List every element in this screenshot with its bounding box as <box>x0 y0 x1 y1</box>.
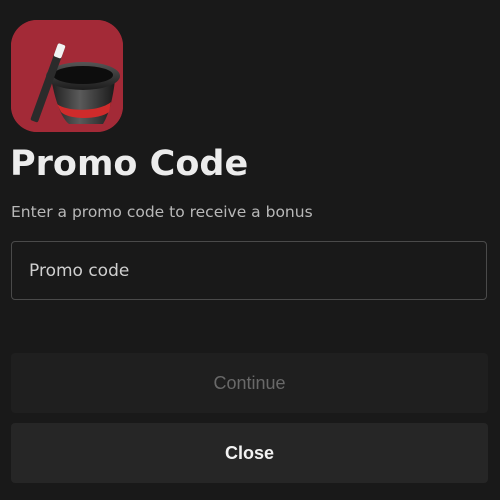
promo-code-input[interactable] <box>11 241 487 300</box>
close-button[interactable]: Close <box>11 423 488 483</box>
page-subtitle: Enter a promo code to receive a bonus <box>11 203 313 221</box>
promo-code-screen: Promo Code Enter a promo code to receive… <box>0 0 500 500</box>
continue-button[interactable]: Continue <box>11 353 488 413</box>
page-title: Promo Code <box>10 144 249 184</box>
magic-hat-icon <box>11 20 123 132</box>
